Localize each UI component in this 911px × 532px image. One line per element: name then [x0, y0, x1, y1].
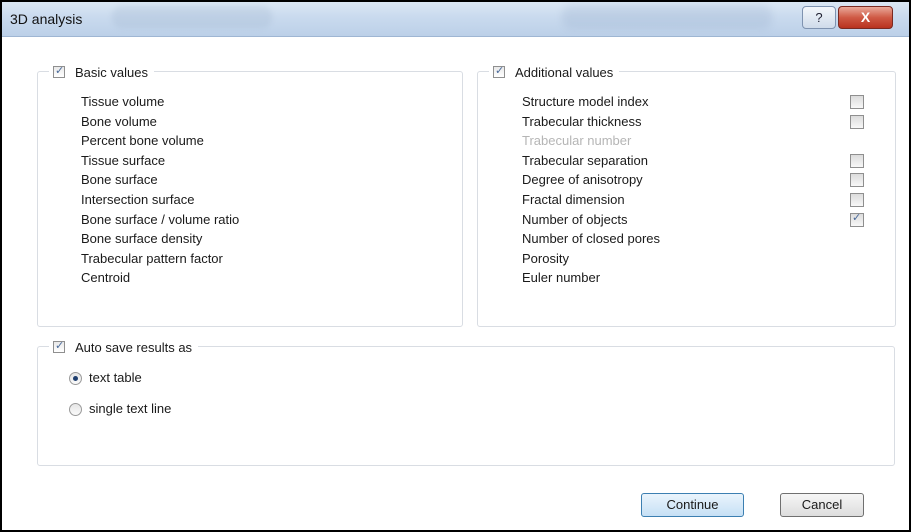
- dialog-window: 3D analysis ? X Basic values Tissue volu…: [0, 0, 911, 532]
- additional-value-checkbox[interactable]: [850, 193, 864, 207]
- basic-values-checkbox[interactable]: [53, 64, 65, 78]
- autosave-option-label: text table: [89, 370, 142, 385]
- additional-value-item: Trabecular number: [522, 133, 632, 149]
- close-button[interactable]: X: [838, 6, 893, 29]
- additional-value-item: Porosity: [522, 250, 569, 266]
- additional-values-header: Additional values: [489, 63, 620, 81]
- basic-value-item: Bone surface: [81, 172, 158, 188]
- additional-value-item: Trabecular separation: [522, 152, 648, 168]
- autosave-radio[interactable]: [69, 372, 82, 385]
- additional-value-item: Number of objects: [522, 211, 628, 227]
- help-icon: ?: [815, 10, 823, 25]
- additional-value-item: Degree of anisotropy: [522, 172, 643, 188]
- cancel-button[interactable]: Cancel: [780, 493, 864, 517]
- additional-values-label: Additional values: [515, 64, 614, 80]
- additional-value-checkbox[interactable]: [850, 153, 864, 168]
- additional-value-item: Fractal dimension: [522, 192, 625, 207]
- autosave-checkbox[interactable]: [53, 339, 65, 353]
- cancel-button-label: Cancel: [801, 497, 843, 512]
- basic-value-item: Intersection surface: [81, 192, 195, 207]
- additional-value-checkbox[interactable]: [850, 114, 864, 129]
- additional-value-item: Structure model index: [522, 94, 649, 109]
- continue-button[interactable]: Continue: [641, 493, 744, 517]
- additional-value-item: Trabecular thickness: [522, 113, 642, 129]
- additional-values-checkbox[interactable]: [493, 64, 505, 78]
- basic-value-item: Centroid: [81, 270, 131, 286]
- additional-value-checkbox[interactable]: [850, 173, 864, 188]
- autosave-radio[interactable]: [69, 403, 82, 416]
- title-bar[interactable]: 3D analysis ? X: [2, 2, 909, 37]
- basic-values-label: Basic values: [75, 64, 148, 80]
- basic-value-item: Bone volume: [81, 113, 157, 129]
- autosave-label: Auto save results as: [75, 339, 193, 355]
- basic-value-item: Tissue volume: [81, 94, 165, 109]
- basic-value-item: Percent bone volume: [81, 133, 204, 149]
- basic-value-item: Tissue surface: [81, 152, 166, 168]
- additional-value-checkbox[interactable]: [850, 95, 864, 109]
- additional-value-item: Euler number: [522, 270, 601, 286]
- additional-value-item: Number of closed pores: [522, 231, 661, 247]
- autosave-header: Auto save results as: [49, 338, 199, 356]
- title-bar-artifact: [562, 5, 772, 29]
- close-icon: X: [860, 9, 871, 25]
- autosave-option-label: single text line: [89, 401, 172, 416]
- basic-values-header: Basic values: [49, 63, 154, 81]
- additional-value-checkbox[interactable]: [850, 211, 864, 227]
- title-bar-artifact: [112, 6, 272, 28]
- basic-value-item: Trabecular pattern factor: [81, 250, 223, 266]
- help-button[interactable]: ?: [802, 6, 836, 29]
- continue-button-label: Continue: [666, 497, 719, 512]
- basic-value-item: Bone surface density: [81, 231, 203, 247]
- window-title: 3D analysis: [10, 11, 83, 27]
- basic-value-item: Bone surface / volume ratio: [81, 211, 240, 227]
